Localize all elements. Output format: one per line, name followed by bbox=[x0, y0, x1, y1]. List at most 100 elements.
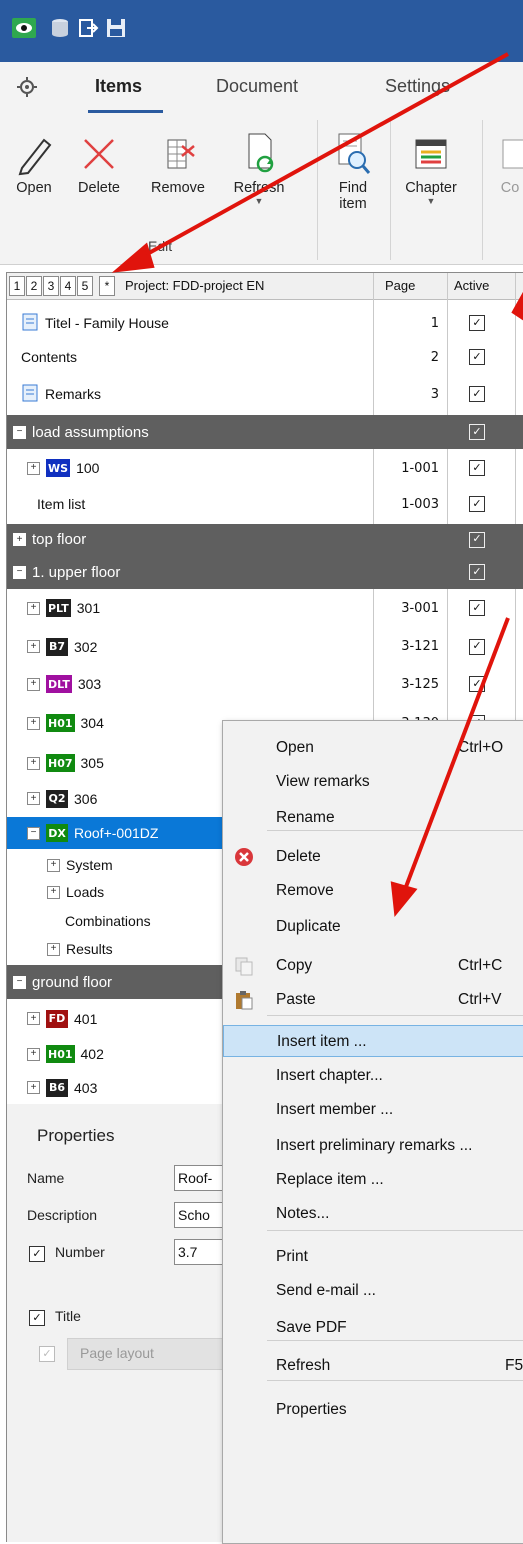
expand-icon[interactable]: + bbox=[27, 461, 40, 475]
menu-item-view-remarks[interactable]: View remarks bbox=[223, 766, 523, 798]
menu-item-refresh[interactable]: Refresh F5 bbox=[223, 1350, 523, 1382]
active-checkbox[interactable]: ✓ bbox=[469, 386, 485, 402]
remove-button[interactable]: Remove bbox=[138, 128, 218, 196]
find-item-button[interactable]: Find item bbox=[320, 128, 386, 212]
menu-item-print[interactable]: Print bbox=[223, 1241, 523, 1273]
expand-icon[interactable]: + bbox=[27, 756, 40, 770]
menu-item-insert-item[interactable]: Insert item ... bbox=[223, 1025, 523, 1057]
expand-icon[interactable]: + bbox=[27, 1047, 40, 1061]
tree-row-page: 1-003 bbox=[401, 496, 439, 512]
refresh-button[interactable]: Refresh ▼ bbox=[222, 128, 296, 206]
active-column-header[interactable]: Active bbox=[454, 278, 489, 293]
tree-row[interactable]: + B7 302 3-121 ✓ bbox=[7, 628, 523, 665]
level-4-button[interactable]: 4 bbox=[60, 276, 76, 296]
tree-row-name: Titel - Family House bbox=[21, 313, 169, 334]
menu-item-label: Properties bbox=[276, 1401, 347, 1418]
properties-title: Properties bbox=[37, 1126, 115, 1145]
ribbon-separator bbox=[482, 120, 483, 260]
menu-item-duplicate[interactable]: Duplicate bbox=[223, 911, 523, 943]
page-column-header[interactable]: Page bbox=[385, 278, 415, 293]
co-button[interactable]: Co bbox=[490, 128, 523, 196]
tab-settings[interactable]: Settings bbox=[385, 76, 450, 97]
tree-row[interactable]: + PLT 301 3-001 ✓ bbox=[7, 589, 523, 627]
database-icon[interactable] bbox=[48, 16, 72, 40]
ribbon-settings-gear-icon[interactable] bbox=[16, 76, 38, 101]
level-all-button[interactable]: * bbox=[99, 276, 115, 296]
tab-items[interactable]: Items bbox=[95, 76, 142, 97]
collapse-icon[interactable]: − bbox=[27, 826, 40, 840]
tree-row-name: Contents bbox=[21, 349, 77, 365]
menu-item-remove[interactable]: Remove bbox=[223, 875, 523, 907]
project-header[interactable]: Project: FDD-project EN bbox=[125, 278, 264, 293]
expand-icon[interactable]: + bbox=[47, 858, 60, 872]
tree-row[interactable]: + WS 100 1-001 ✓ bbox=[7, 449, 523, 487]
refresh-dropdown-icon[interactable]: ▼ bbox=[255, 196, 264, 206]
save-icon[interactable] bbox=[104, 16, 128, 40]
menu-item-insert-preliminary-remarks[interactable]: Insert preliminary remarks ... bbox=[223, 1130, 523, 1162]
name-label: Name bbox=[27, 1170, 65, 1186]
delete-button[interactable]: Delete bbox=[64, 128, 134, 196]
menu-item-insert-chapter[interactable]: Insert chapter... bbox=[223, 1060, 523, 1092]
expand-icon[interactable]: + bbox=[27, 601, 40, 615]
expand-icon[interactable]: + bbox=[27, 640, 40, 653]
menu-item-delete[interactable]: Delete bbox=[223, 841, 523, 873]
active-checkbox[interactable]: ✓ bbox=[469, 315, 485, 331]
page-layout-dropdown[interactable]: Page layout bbox=[67, 1338, 239, 1370]
collapse-icon[interactable]: − bbox=[13, 975, 26, 989]
expand-icon[interactable]: + bbox=[27, 1081, 40, 1094]
tree-row[interactable]: + DLT 303 3-125 ✓ bbox=[7, 665, 523, 703]
tree-row[interactable]: Titel - Family House 1 ✓ bbox=[7, 306, 523, 340]
expand-icon[interactable]: + bbox=[27, 716, 40, 730]
expand-icon[interactable]: + bbox=[13, 533, 26, 546]
level-1-button[interactable]: 1 bbox=[9, 276, 25, 296]
chapter-row[interactable]: −1. upper floor ✓ bbox=[7, 555, 523, 589]
active-checkbox[interactable]: ✓ bbox=[469, 496, 485, 512]
active-checkbox[interactable]: ✓ bbox=[469, 460, 485, 476]
chapter-button[interactable]: Chapter ▼ bbox=[392, 128, 470, 206]
tree-row-page: 3-125 bbox=[401, 676, 439, 692]
app-eye-icon[interactable] bbox=[12, 16, 36, 40]
active-checkbox[interactable]: ✓ bbox=[469, 424, 485, 440]
menu-item-notes[interactable]: Notes... bbox=[223, 1198, 523, 1230]
menu-item-replace-item[interactable]: Replace item ... bbox=[223, 1164, 523, 1196]
chapter-row[interactable]: − load assumptions ✓ bbox=[7, 415, 523, 449]
tree-row[interactable]: Item list 1-003 ✓ bbox=[7, 487, 523, 521]
expand-icon[interactable]: + bbox=[47, 942, 60, 956]
active-checkbox[interactable]: ✓ bbox=[469, 600, 485, 616]
menu-item-copy[interactable]: Copy Ctrl+C bbox=[223, 950, 523, 982]
menu-item-open[interactable]: Open Ctrl+O bbox=[223, 732, 523, 764]
expand-icon[interactable]: + bbox=[27, 677, 40, 691]
collapse-icon[interactable]: − bbox=[13, 565, 26, 579]
menu-item-insert-member[interactable]: Insert member ... bbox=[223, 1094, 523, 1126]
expand-icon[interactable]: + bbox=[27, 1012, 40, 1025]
number-checkbox[interactable]: ✓ bbox=[29, 1246, 45, 1262]
item-type-badge: WS bbox=[46, 459, 71, 477]
chapter-dropdown-icon[interactable]: ▼ bbox=[427, 196, 436, 206]
level-2-button[interactable]: 2 bbox=[26, 276, 42, 296]
tree-row[interactable]: Remarks 3 ✓ bbox=[7, 377, 523, 411]
title-checkbox[interactable]: ✓ bbox=[29, 1310, 45, 1326]
chapter-row[interactable]: + top floor ✓ bbox=[7, 524, 523, 555]
menu-item-send-e-mail[interactable]: Send e-mail ... bbox=[223, 1275, 523, 1307]
menu-item-properties[interactable]: Properties bbox=[223, 1394, 523, 1426]
active-checkbox[interactable]: ✓ bbox=[469, 564, 485, 580]
tree-row[interactable]: Contents 2 ✓ bbox=[7, 340, 523, 374]
tab-document[interactable]: Document bbox=[216, 76, 298, 97]
export-icon[interactable] bbox=[76, 16, 100, 40]
active-checkbox[interactable]: ✓ bbox=[469, 349, 485, 365]
menu-item-label: Insert item ... bbox=[277, 1033, 367, 1050]
level-3-button[interactable]: 3 bbox=[43, 276, 59, 296]
menu-item-label: View remarks bbox=[276, 773, 370, 790]
level-5-button[interactable]: 5 bbox=[77, 276, 93, 296]
active-checkbox[interactable]: ✓ bbox=[469, 531, 485, 548]
expand-icon[interactable]: + bbox=[47, 885, 60, 899]
expand-icon[interactable]: + bbox=[27, 792, 40, 805]
menu-item-paste[interactable]: Paste Ctrl+V bbox=[223, 984, 523, 1016]
co-document-icon bbox=[486, 128, 523, 180]
page-layout-checkbox[interactable]: ✓ bbox=[39, 1346, 55, 1362]
active-checkbox[interactable]: ✓ bbox=[469, 676, 485, 692]
open-button[interactable]: Open bbox=[4, 128, 64, 196]
active-checkbox[interactable]: ✓ bbox=[469, 638, 485, 655]
collapse-icon[interactable]: − bbox=[13, 425, 26, 439]
tree-row-name: + Loads bbox=[47, 884, 104, 900]
